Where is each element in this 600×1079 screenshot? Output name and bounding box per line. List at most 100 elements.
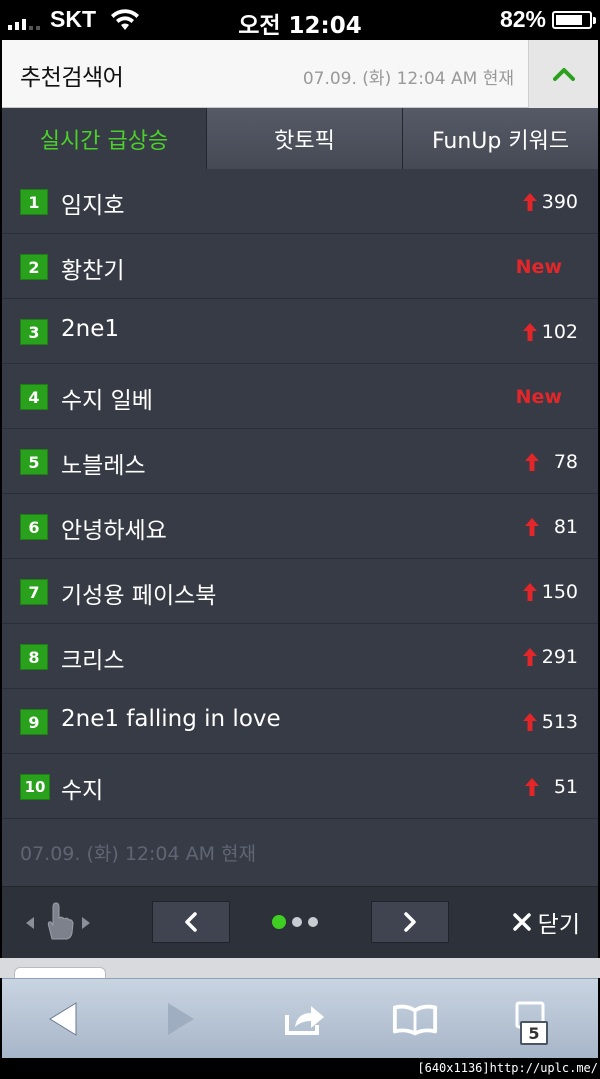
arrow-up-icon: [522, 583, 537, 601]
rank-badge: 6: [20, 514, 48, 540]
change-value: 150: [541, 581, 578, 603]
keyword-row[interactable]: 6 안녕하세요 81: [2, 494, 598, 559]
keyword-link[interactable]: 임지호: [61, 186, 124, 220]
tab-realtime-rising[interactable]: 실시간 급상승: [2, 108, 206, 169]
chevron-right-icon: [404, 912, 416, 932]
rank-change: 291: [522, 646, 578, 668]
keyword-row[interactable]: 9 2ne1 falling in love 513: [2, 689, 598, 754]
rank-change: 78: [524, 451, 578, 473]
open-pages-count: 5: [520, 1021, 548, 1045]
panel-header: 추천검색어 07.09. (화) 12:04 AM 현재: [2, 40, 598, 108]
arrow-up-icon: [522, 648, 537, 666]
swipe-hand-icon: [26, 902, 90, 940]
pagination-bar: 닫기: [2, 886, 598, 958]
battery-percent: 82%: [499, 6, 546, 32]
close-label: 닫기: [537, 912, 580, 938]
rank-change: 513: [522, 711, 578, 733]
collapse-button[interactable]: [528, 40, 598, 108]
arrow-up-icon: [525, 453, 539, 471]
header-timestamp: 07.09. (화) 12:04 AM 현재: [302, 69, 514, 89]
battery-level: [556, 15, 583, 25]
change-value: 81: [553, 516, 578, 538]
battery-icon: [552, 11, 596, 29]
panel-title: 추천검색어: [20, 65, 124, 91]
forward-arrow-icon: [168, 1003, 194, 1035]
rank-change: 81: [524, 516, 578, 538]
footer-timestamp: 07.09. (화) 12:04 AM 현재: [20, 843, 257, 865]
keyword-row[interactable]: 7 기성용 페이스북 150: [2, 559, 598, 624]
change-value: 513: [541, 711, 578, 733]
rank-badge: 5: [20, 449, 48, 475]
close-button[interactable]: 닫기: [512, 905, 580, 939]
change-value: 51: [553, 776, 578, 798]
keyword-link[interactable]: 수지 일베: [61, 381, 153, 415]
keyword-link[interactable]: 황찬기: [61, 251, 124, 285]
change-value: 102: [541, 321, 578, 343]
keyword-link[interactable]: 수지: [61, 771, 103, 805]
share-button[interactable]: [282, 997, 328, 1041]
new-badge: New: [516, 256, 562, 278]
previous-page-button[interactable]: [152, 901, 230, 943]
arrow-up-icon: [525, 778, 539, 796]
keyword-row[interactable]: 3 2ne1 102: [2, 299, 598, 364]
keyword-link[interactable]: 안녕하세요: [61, 511, 167, 545]
trending-keywords-panel: 추천검색어 07.09. (화) 12:04 AM 현재 실시간 급상승 핫토픽…: [2, 40, 598, 958]
next-page-button[interactable]: [371, 901, 449, 943]
page-dot[interactable]: [272, 915, 286, 929]
keyword-row[interactable]: 2 황찬기 New: [2, 234, 598, 299]
keyword-list: 1 임지호 390 2 황찬기 New 3 2ne1 102 4 수지 일베 New 5 노블레스 78 6 안…: [2, 169, 598, 819]
bookmarks-book-icon: [392, 1004, 438, 1036]
status-bar: SKT 오전 12:04 82%: [0, 0, 600, 40]
keyword-link[interactable]: 크리스: [61, 641, 124, 675]
watermark: [640x1136]http://uplc.me/: [417, 1061, 598, 1075]
keyword-link[interactable]: 2ne1: [61, 316, 119, 342]
arrow-up-icon: [525, 518, 539, 536]
new-label: New: [515, 256, 562, 278]
rank-change: 150: [522, 581, 578, 603]
new-badge: New: [516, 386, 562, 408]
keyword-link[interactable]: 노블레스: [61, 446, 146, 480]
bottom-strip: [640x1136]http://uplc.me/: [0, 1058, 600, 1079]
keyword-row[interactable]: 1 임지호 390: [2, 169, 598, 234]
chevron-up-icon: [552, 68, 575, 81]
back-button[interactable]: [40, 997, 86, 1041]
close-icon: [512, 913, 531, 931]
tab-bar: 실시간 급상승 핫토픽 FunUp 키워드: [2, 108, 598, 169]
page-dot[interactable]: [308, 917, 318, 927]
keyword-link[interactable]: 기성용 페이스북: [61, 576, 216, 610]
rank-change: 51: [524, 776, 578, 798]
keyword-row[interactable]: 8 크리스 291: [2, 624, 598, 689]
rank-badge: 9: [20, 709, 48, 735]
chevron-left-icon: [185, 912, 197, 932]
keyword-row[interactable]: 5 노블레스 78: [2, 429, 598, 494]
web-content-edge: [0, 958, 600, 981]
new-label: New: [515, 386, 562, 408]
rank-badge: 2: [20, 254, 48, 280]
change-value: 390: [541, 191, 578, 213]
rank-change: 390: [522, 191, 578, 213]
tab-hot-topic[interactable]: 핫토픽: [206, 108, 402, 169]
forward-button[interactable]: [158, 997, 204, 1041]
rank-badge: 4: [20, 384, 48, 410]
arrow-up-icon: [522, 193, 537, 211]
arrow-up-icon: [522, 323, 537, 341]
keyword-row[interactable]: 4 수지 일베 New: [2, 364, 598, 429]
rank-badge: 1: [20, 189, 48, 215]
arrow-up-icon: [522, 713, 537, 731]
rank-badge: 7: [20, 579, 48, 605]
share-icon: [285, 1006, 324, 1035]
rank-badge: 10: [20, 774, 50, 800]
change-value: 78: [553, 451, 578, 473]
change-value: 291: [541, 646, 578, 668]
tab-funup-keyword[interactable]: FunUp 키워드: [402, 108, 598, 169]
rank-change: 102: [522, 321, 578, 343]
keyword-row[interactable]: 10 수지 51: [2, 754, 598, 819]
rank-badge: 3: [20, 319, 48, 345]
browser-toolbar: 5: [2, 978, 598, 1058]
bookmarks-button[interactable]: [392, 997, 438, 1041]
rank-badge: 8: [20, 644, 48, 670]
back-arrow-icon: [49, 1002, 77, 1036]
page-dot[interactable]: [292, 917, 302, 927]
keyword-link[interactable]: 2ne1 falling in love: [61, 706, 281, 732]
page-indicator: [272, 915, 318, 929]
